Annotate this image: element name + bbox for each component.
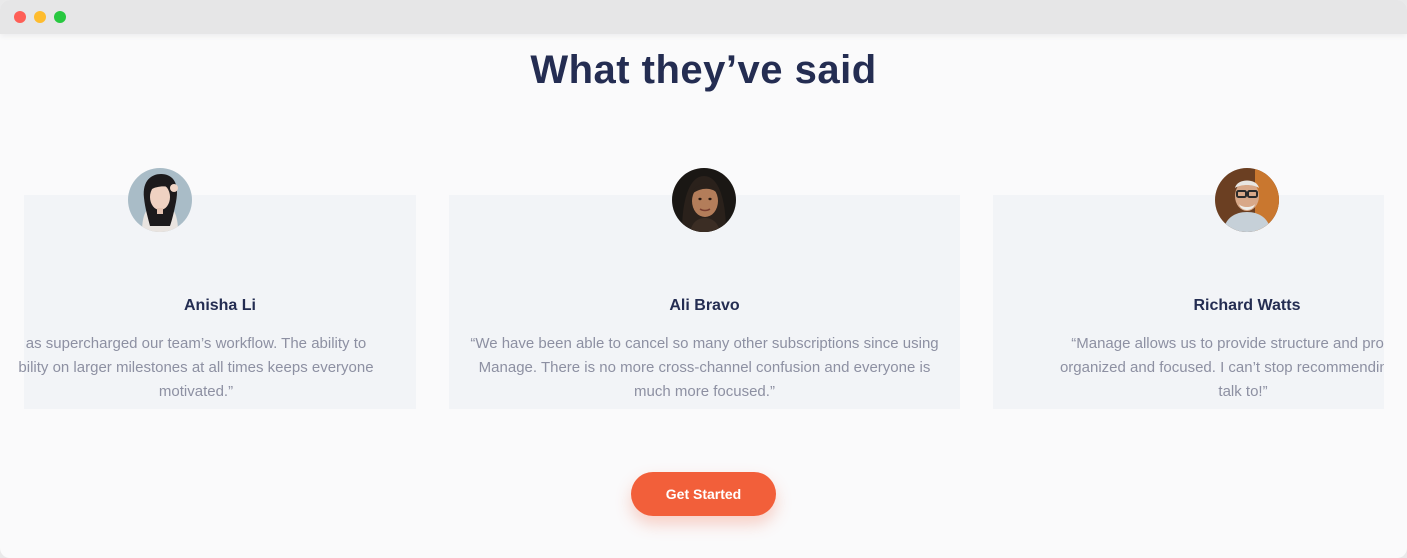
quote-line: “We have been able to cancel so many oth… [470, 335, 939, 352]
minimize-window-button[interactable] [34, 11, 46, 23]
testimonial-quote: “We have been able to cancel so many oth… [449, 332, 960, 404]
avatar [672, 168, 736, 232]
quote-line: organized and focused. I can’t stop reco… [1059, 359, 1384, 376]
quote-line: talk to!” [1218, 383, 1268, 400]
avatar-photo-icon [1215, 168, 1279, 232]
avatar [1215, 168, 1279, 232]
quote-line: motivated.” [158, 383, 234, 400]
testimonial-quote: “Manage allows us to provide structure a… [1005, 332, 1384, 404]
quote-line: as supercharged our team’s workflow. The… [25, 335, 367, 352]
testimonial-card: Anisha Li as supercharged our team’s wor… [18, 168, 416, 409]
quote-line: much more focused.” [634, 383, 775, 400]
testimonials-carousel[interactable]: Anisha Li as supercharged our team’s wor… [0, 160, 1407, 420]
quote-line: bility on larger milestones at all times… [18, 359, 374, 376]
testimonial-name: Anisha Li [183, 297, 256, 314]
avatar-photo-icon [672, 168, 736, 232]
close-window-button[interactable] [14, 11, 26, 23]
testimonial-name: Ali Bravo [669, 297, 740, 314]
testimonial-card: Ali Bravo “We have been able to cancel s… [449, 168, 960, 409]
section-title: What they’ve said [530, 48, 877, 92]
window-titlebar [0, 0, 1407, 34]
zoom-window-button[interactable] [54, 11, 66, 23]
get-started-button[interactable]: Get Started [631, 472, 776, 516]
testimonial-quote: as supercharged our team’s workflow. The… [0, 332, 416, 404]
quote-line: Manage. There is no more cross-channel c… [478, 359, 931, 376]
browser-window: What they’ve said Anisha Li as superchar… [0, 0, 1407, 558]
testimonial-card: “Manage allows us to provide structure a… [993, 195, 1384, 409]
testimonial-name: Richard Watts [1193, 297, 1301, 314]
quote-line: “Manage allows us to provide structure a… [1071, 335, 1384, 352]
avatar-photo-icon [128, 168, 192, 232]
avatar [128, 168, 192, 232]
